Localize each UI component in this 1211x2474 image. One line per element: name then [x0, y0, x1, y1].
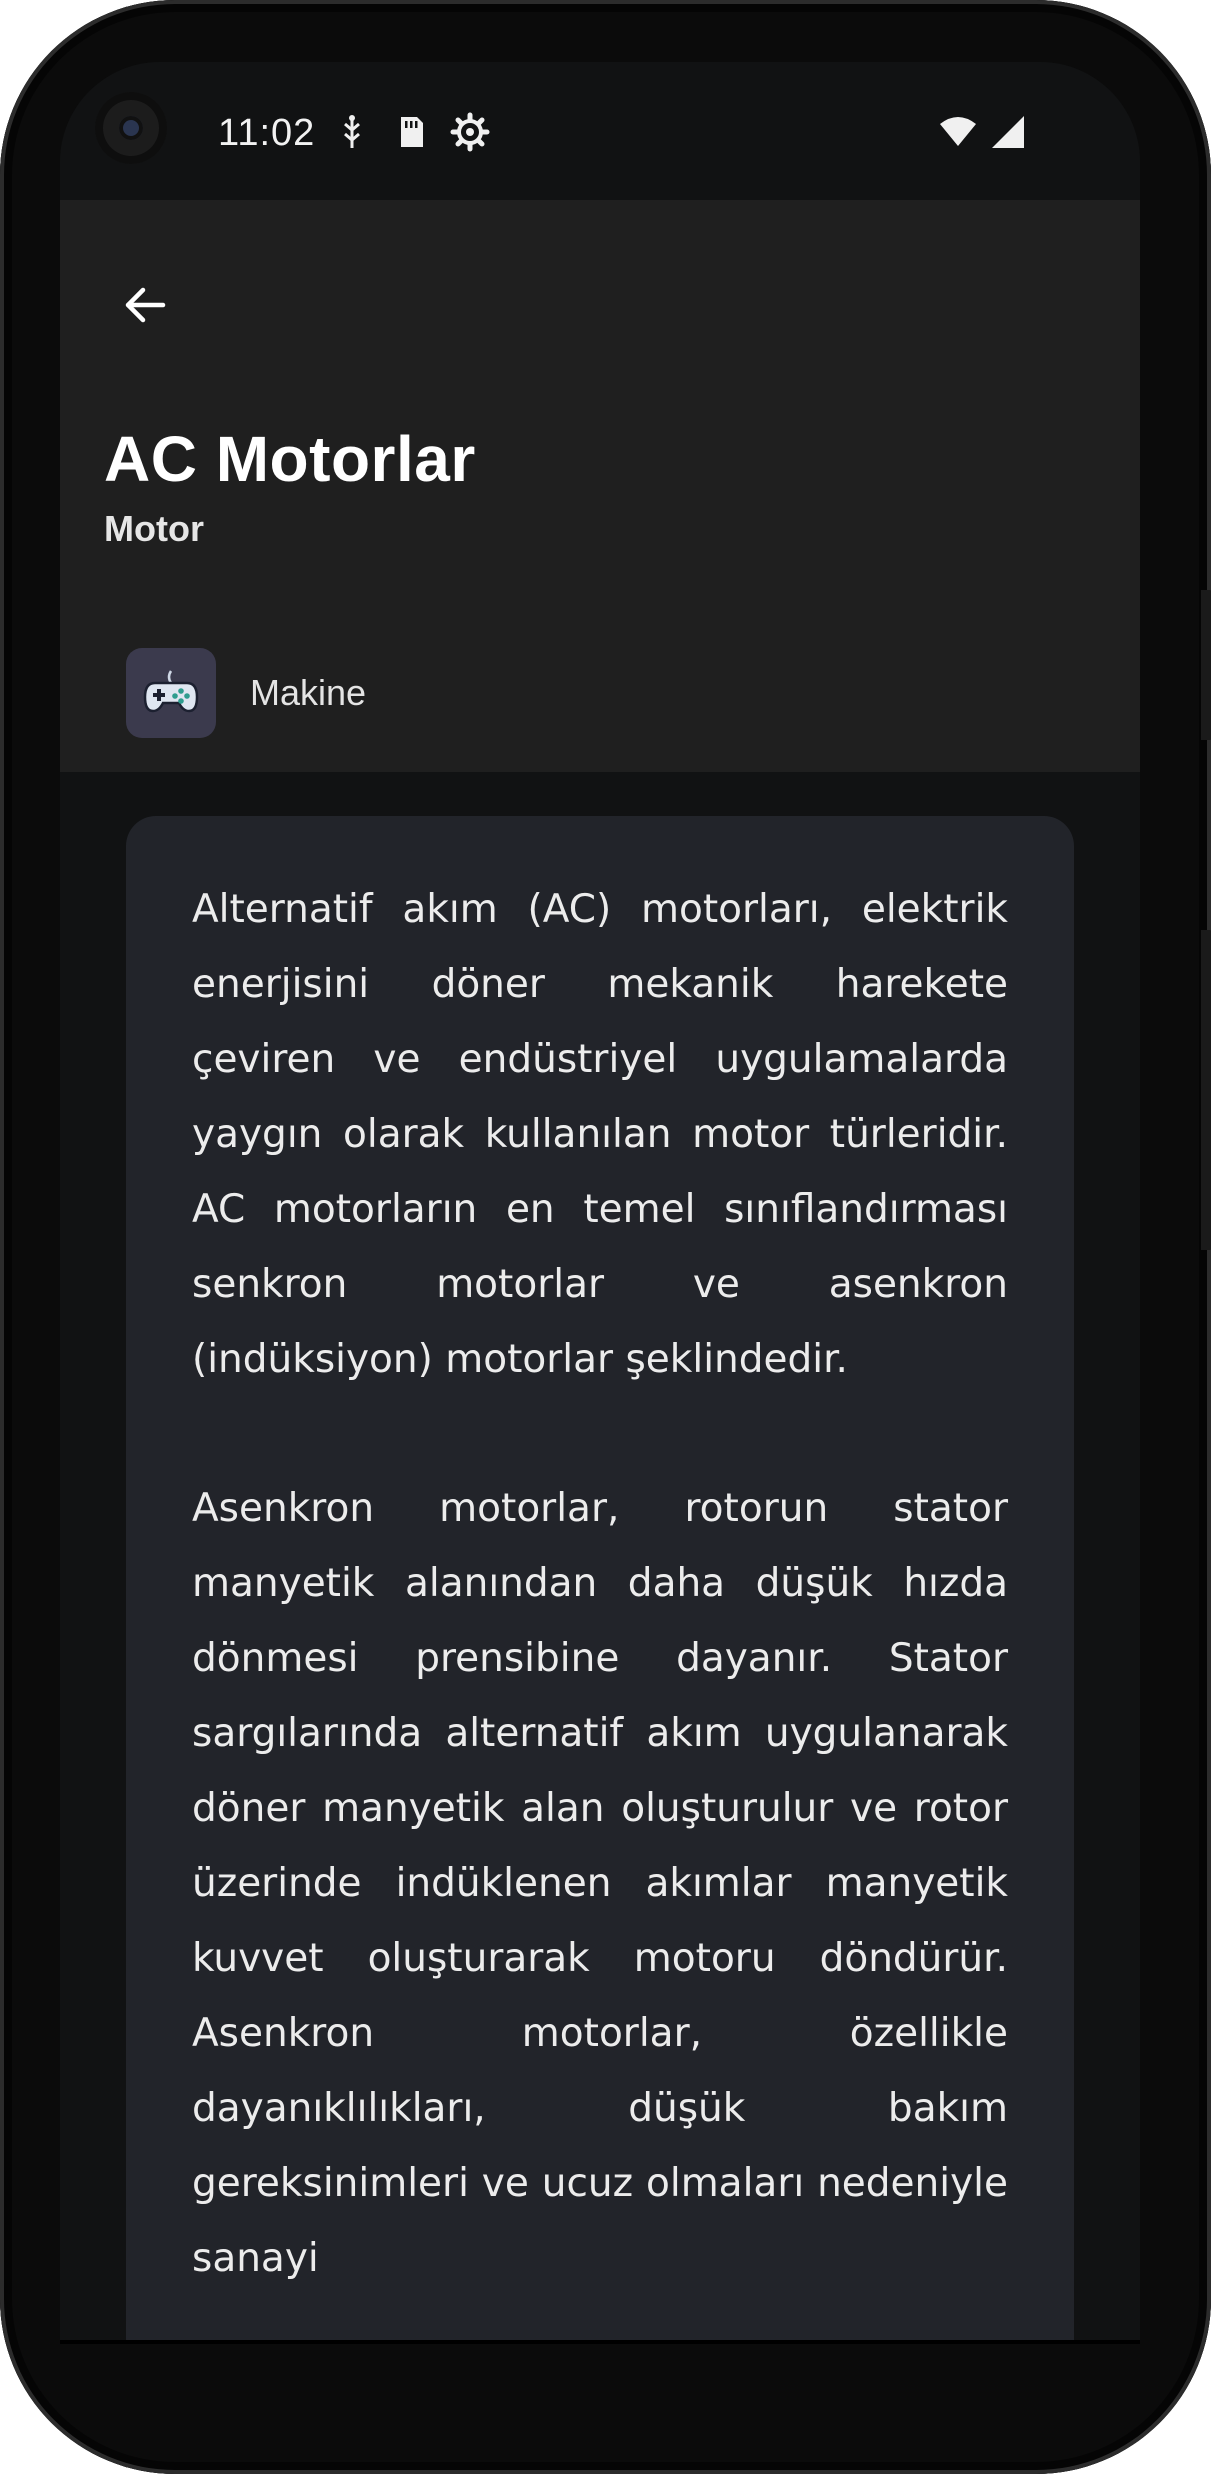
- cellular-signal-icon: [988, 112, 1028, 152]
- usb-debug-icon: [332, 112, 372, 152]
- power-button: [1201, 590, 1211, 740]
- category-label: Makine: [250, 672, 367, 713]
- sd-card-icon: [390, 112, 430, 152]
- page-title: AC Motorlar: [104, 423, 476, 495]
- volume-button: [1201, 930, 1211, 1250]
- phone-screen: 11:02 AC Motorlar Motor Makine Alternati…: [60, 62, 1140, 2344]
- content-card: Alternatif akım (AC) motorları, elektrik…: [126, 816, 1074, 2344]
- gamepad-icon: [126, 648, 216, 738]
- page-subtitle: Motor: [104, 508, 204, 549]
- wifi-icon: [938, 112, 978, 152]
- app-header: AC Motorlar Motor Makine: [60, 200, 1140, 772]
- content-paragraph: Asenkron motorlar, rotorun stator manyet…: [192, 1486, 1008, 2281]
- category-chip: Makine: [126, 648, 366, 738]
- status-time: 11:02: [218, 112, 316, 154]
- status-bar: 11:02: [60, 62, 1140, 200]
- settings-gear-icon: [450, 112, 490, 152]
- phone-frame: 11:02 AC Motorlar Motor Makine Alternati…: [0, 0, 1211, 2474]
- camera-lens: [119, 116, 143, 140]
- content-paragraph: Alternatif akım (AC) motorları, elektrik…: [192, 887, 1008, 1382]
- arrow-left-icon: [125, 287, 166, 323]
- front-camera: [95, 92, 167, 164]
- back-button[interactable]: [100, 260, 190, 350]
- navigation-bar: [60, 2340, 1140, 2344]
